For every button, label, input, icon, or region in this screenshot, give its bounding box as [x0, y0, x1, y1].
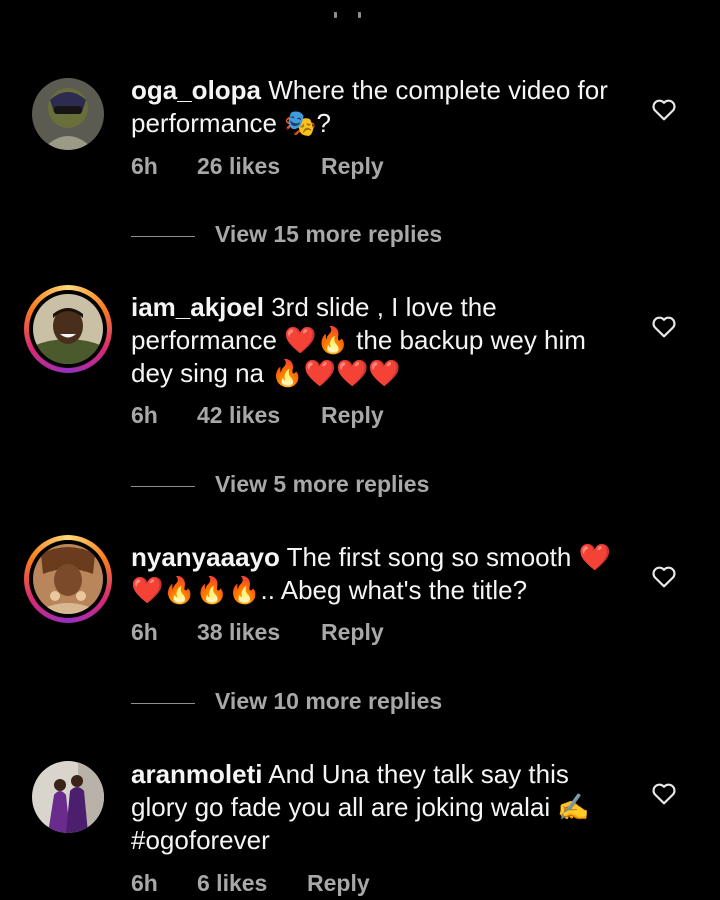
comment-time: 6h	[131, 402, 158, 428]
reply-button[interactable]: Reply	[321, 402, 384, 429]
comment-username[interactable]: oga_olopa	[131, 75, 261, 105]
avatar[interactable]	[24, 535, 112, 623]
comment-time: 6h	[131, 153, 158, 179]
comment-time: 6h	[131, 619, 158, 645]
view-more-replies[interactable]: View 5 more replies	[131, 471, 531, 501]
view-more-replies-label[interactable]: View 5 more replies	[215, 471, 429, 498]
comment-likes[interactable]: 38 likes	[197, 619, 280, 646]
avatar[interactable]	[32, 78, 104, 150]
comment-meta: 6h 26 likes Reply	[131, 153, 451, 183]
top-separator	[300, 0, 420, 26]
comment-likes[interactable]: 42 likes	[197, 402, 280, 429]
divider-line	[131, 703, 195, 704]
divider-line	[131, 236, 195, 237]
comment-meta: 6h 38 likes Reply	[131, 619, 451, 649]
comment-text: nyanyaaayo The first song so smooth ❤️❤️…	[131, 541, 631, 607]
heart-outline-icon[interactable]	[651, 97, 677, 121]
reply-button[interactable]: Reply	[307, 870, 370, 897]
comment-meta: 6h 6 likes Reply	[131, 870, 451, 900]
comment-likes[interactable]: 26 likes	[197, 153, 280, 180]
comment-time: 6h	[131, 870, 158, 896]
comment-username[interactable]: aranmoleti	[131, 759, 263, 789]
reply-button[interactable]: Reply	[321, 619, 384, 646]
view-more-replies-label[interactable]: View 15 more replies	[215, 221, 442, 248]
reply-button[interactable]: Reply	[321, 153, 384, 180]
comment-likes[interactable]: 6 likes	[197, 870, 267, 897]
heart-outline-icon[interactable]	[651, 314, 677, 338]
avatar[interactable]	[24, 285, 112, 373]
heart-outline-icon[interactable]	[651, 781, 677, 805]
comment-text: aranmoleti And Una they talk say this gl…	[131, 758, 631, 857]
view-more-replies-label[interactable]: View 10 more replies	[215, 688, 442, 715]
heart-outline-icon[interactable]	[651, 564, 677, 588]
comment-text: iam_akjoel 3rd slide , I love the perfor…	[131, 291, 631, 390]
comment-text: oga_olopa Where the complete video for p…	[131, 74, 631, 140]
view-more-replies[interactable]: View 15 more replies	[131, 221, 531, 251]
comment-username[interactable]: iam_akjoel	[131, 292, 264, 322]
comment-meta: 6h 42 likes Reply	[131, 402, 451, 432]
divider-line	[131, 486, 195, 487]
view-more-replies[interactable]: View 10 more replies	[131, 688, 531, 718]
avatar[interactable]	[32, 761, 104, 833]
comment-username[interactable]: nyanyaaayo	[131, 542, 280, 572]
